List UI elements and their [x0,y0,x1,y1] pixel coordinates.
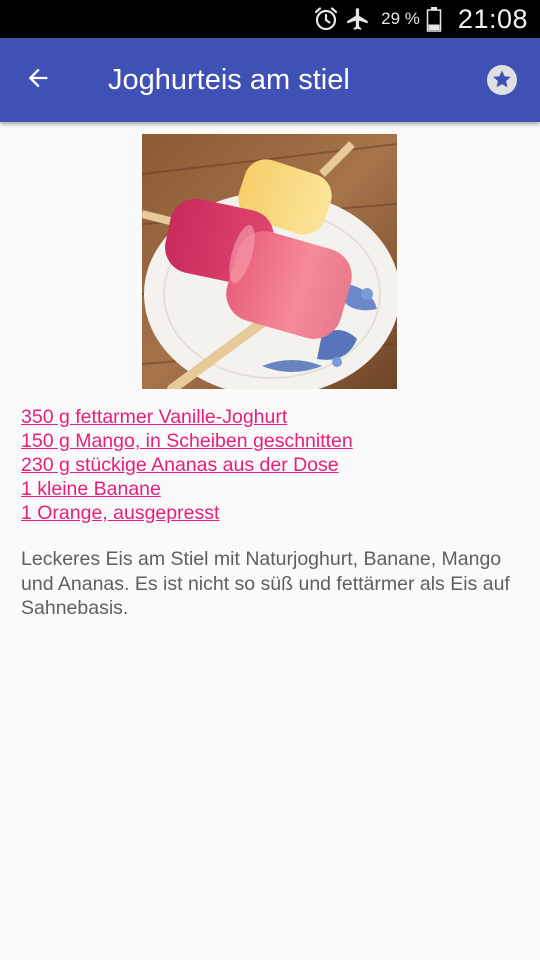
recipe-description: Leckeres Eis am Stiel mit Naturjoghurt, … [21,548,510,619]
back-button[interactable] [14,56,62,104]
ingredient-link[interactable]: 1 Orange, ausgepresst [21,501,521,525]
battery-percent: 29 % [381,9,420,28]
status-clock: 21:08 [457,3,528,34]
page-title: Joghurteis am stiel [108,64,350,96]
ingredient-link[interactable]: 230 g stückige Ananas aus der Dose [21,453,521,477]
ingredient-link[interactable]: 350 g fettarmer Vanille-Joghurt [21,405,521,429]
alarm-icon [313,6,339,32]
app-bar: Joghurteis am stiel [0,38,540,122]
ingredient-link[interactable]: 1 kleine Banane [21,477,521,501]
recipe-photo [142,134,397,389]
battery-icon [426,6,442,32]
ingredient-list: 350 g fettarmer Vanille-Joghurt 150 g Ma… [21,405,521,525]
arrow-back-icon [24,64,52,97]
status-icons: 29 % 21:08 [313,0,528,38]
status-bar: 29 % 21:08 [0,0,540,38]
star-icon [484,65,520,102]
airplane-mode-icon [345,6,371,32]
favorite-button[interactable] [484,62,520,98]
ingredient-link[interactable]: 150 g Mango, in Scheiben geschnitten [21,429,521,453]
